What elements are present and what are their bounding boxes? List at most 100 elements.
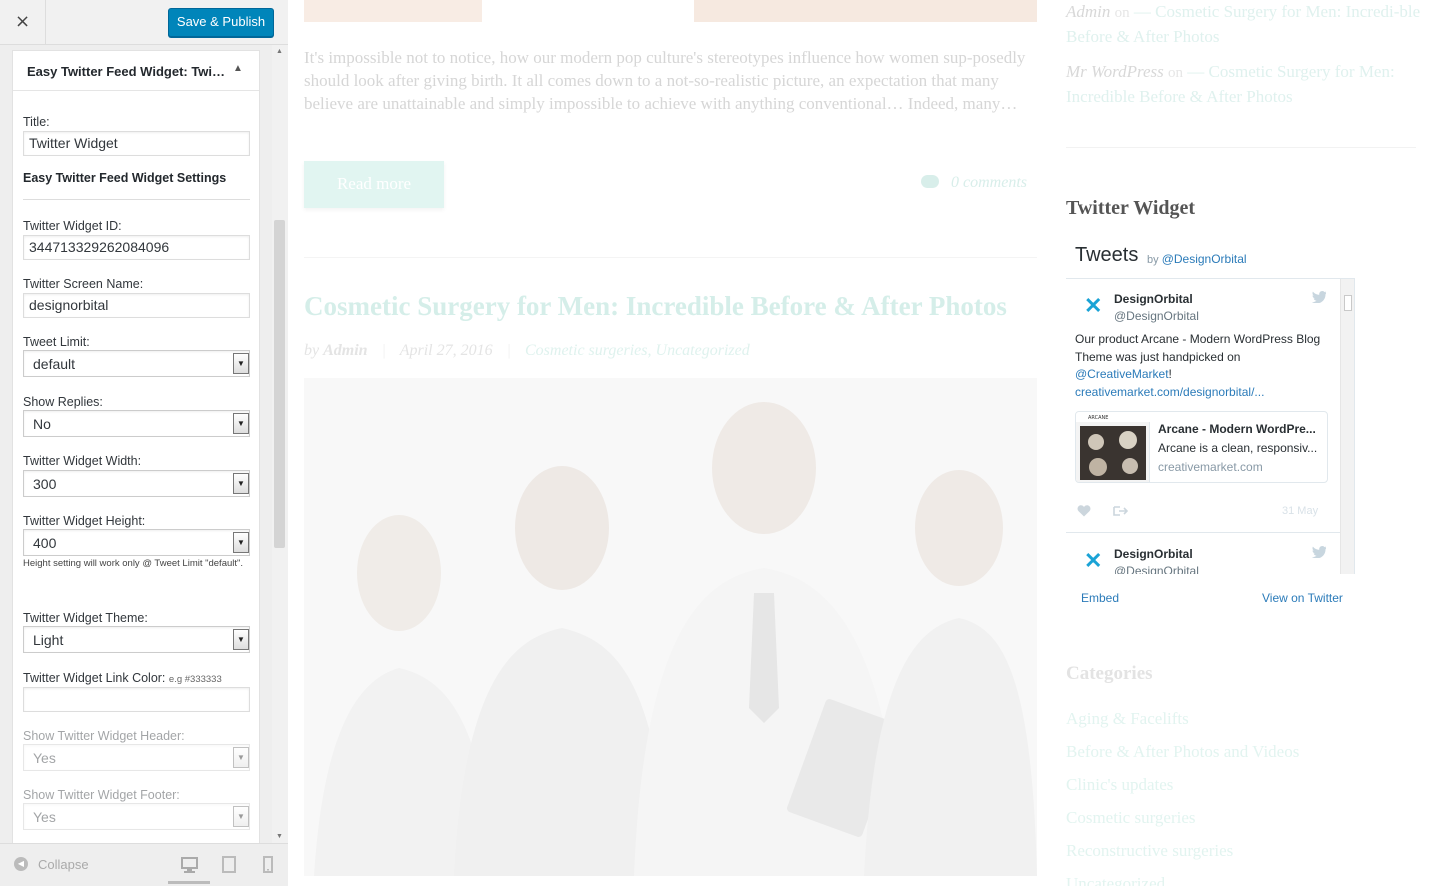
tweet-limit-select[interactable]: default ▼ bbox=[23, 350, 250, 377]
categories-heading: Categories bbox=[1066, 663, 1153, 684]
widget-height-label: Twitter Widget Height: bbox=[23, 514, 146, 528]
tweet-limit-value: default bbox=[33, 356, 76, 372]
tweet-mention[interactable]: @CreativeMarket bbox=[1075, 367, 1169, 381]
category-link[interactable]: Uncategorized bbox=[1066, 867, 1299, 886]
link-color-hint: e.g #333333 bbox=[168, 674, 222, 685]
comment-on: on bbox=[1114, 5, 1130, 21]
category-link[interactable]: Aging & Facelifts bbox=[1066, 702, 1299, 735]
tablet-icon[interactable] bbox=[220, 855, 240, 875]
site-preview: It's impossible not to notice, how our m… bbox=[289, 0, 1433, 886]
previous-post-image bbox=[304, 0, 482, 22]
twitter-bird-icon[interactable] bbox=[1312, 546, 1326, 558]
twitter-bird-icon[interactable] bbox=[1312, 291, 1326, 303]
category-link[interactable]: Cosmetic surgeries bbox=[1066, 801, 1299, 834]
card-description: Arcane is a clean, responsiv... bbox=[1158, 441, 1318, 455]
post-date: April 27, 2016 bbox=[399, 342, 493, 359]
card-title: Arcane - Modern WordPre... bbox=[1158, 422, 1316, 436]
twitter-timeline: Tweets by @DesignOrbital ✕ DesignOrbital… bbox=[1066, 236, 1355, 616]
customizer-header: × Save & Publish bbox=[0, 0, 288, 45]
designorbital-logo-icon[interactable]: ✕ bbox=[1084, 550, 1102, 572]
recent-comment-item: Admin on — Cosmetic Surgery for Men: Inc… bbox=[1066, 0, 1426, 48]
share-icon[interactable] bbox=[1112, 505, 1128, 517]
recent-comment-item: Mr WordPress on — Cosmetic Surgery for M… bbox=[1066, 60, 1426, 108]
meta-separator: | bbox=[506, 342, 511, 359]
scroll-up-icon[interactable]: ▲ bbox=[276, 48, 283, 55]
dropdown-arrow-icon: ▼ bbox=[233, 629, 249, 650]
dropdown-arrow-icon: ▼ bbox=[233, 806, 249, 827]
post-meta: by Admin | April 27, 2016 | Cosmetic sur… bbox=[304, 342, 750, 360]
title-input[interactable]: Twitter Widget bbox=[23, 131, 250, 156]
tweets-list[interactable]: ✕ DesignOrbital @DesignOrbital Our produ… bbox=[1066, 278, 1355, 574]
desktop-icon[interactable] bbox=[180, 855, 200, 875]
post-categories[interactable]: Cosmetic surgeries, Uncategorized bbox=[525, 342, 750, 359]
panel-scrollbar[interactable]: ▲ ▼ bbox=[272, 45, 288, 843]
close-button[interactable]: × bbox=[0, 0, 46, 45]
comments-count: 0 comments bbox=[951, 174, 1027, 191]
tweets-scroll-thumb[interactable] bbox=[1344, 295, 1352, 311]
widget-height-select[interactable]: 400 ▼ bbox=[23, 529, 250, 556]
save-publish-button[interactable]: Save & Publish bbox=[168, 8, 274, 37]
collapse-arrow-icon[interactable]: ▲ bbox=[233, 63, 243, 74]
tweet-author-name[interactable]: DesignOrbital bbox=[1114, 292, 1193, 306]
collapse-icon[interactable]: ◀ bbox=[14, 857, 28, 871]
widget-width-select[interactable]: 300 ▼ bbox=[23, 470, 250, 497]
widget-height-value: 400 bbox=[33, 535, 57, 551]
comment-author: Mr WordPress bbox=[1066, 62, 1164, 81]
embed-link[interactable]: Embed bbox=[1081, 591, 1119, 605]
previous-post-image-right bbox=[694, 0, 1037, 22]
show-footer-select[interactable]: Yes ▼ bbox=[23, 803, 250, 830]
view-on-twitter-link[interactable]: View on Twitter bbox=[1262, 591, 1343, 605]
title-label: Title: bbox=[23, 115, 50, 129]
tweet-text: Our product Arcane - Modern WordPress Bl… bbox=[1075, 331, 1335, 401]
category-link[interactable]: Before & After Photos and Videos bbox=[1066, 735, 1299, 768]
widget-theme-label: Twitter Widget Theme: bbox=[23, 611, 148, 625]
dropdown-arrow-icon: ▼ bbox=[233, 413, 249, 434]
scroll-thumb[interactable] bbox=[274, 220, 285, 548]
card-domain: creativemarket.com bbox=[1158, 460, 1263, 474]
tweet-url[interactable]: creativemarket.com/designorbital/... bbox=[1075, 385, 1264, 399]
link-color-input[interactable] bbox=[23, 687, 250, 712]
link-color-label-text: Twitter Widget Link Color: bbox=[23, 671, 166, 685]
height-note: Height setting will work only @ Tweet Li… bbox=[23, 558, 244, 569]
show-footer-value: Yes bbox=[33, 809, 56, 825]
widget-id-label: Twitter Widget ID: bbox=[23, 219, 122, 233]
tweets-scrollbar[interactable] bbox=[1340, 279, 1354, 574]
designorbital-logo-icon[interactable]: ✕ bbox=[1084, 295, 1102, 317]
show-replies-select[interactable]: No ▼ bbox=[23, 410, 250, 437]
tweet-separator bbox=[1066, 532, 1341, 533]
show-header-label: Show Twitter Widget Header: bbox=[23, 729, 185, 743]
tweet-link-card[interactable]: ARCANE Arcane - Modern WordPre... Arcane… bbox=[1075, 411, 1328, 483]
comments-link[interactable]: 0 comments bbox=[921, 174, 1027, 192]
collapse-button[interactable]: Collapse bbox=[38, 857, 89, 872]
category-link[interactable]: Reconstructive surgeries bbox=[1066, 834, 1299, 867]
scroll-down-icon[interactable]: ▼ bbox=[276, 833, 283, 840]
widget-id-input[interactable]: 344713329262084096 bbox=[23, 235, 250, 260]
post-divider bbox=[304, 257, 1037, 258]
tweets-by-label: by bbox=[1147, 254, 1159, 266]
tweet-date[interactable]: 31 May bbox=[1282, 505, 1318, 517]
dropdown-arrow-icon: ▼ bbox=[233, 532, 249, 553]
comment-author: Admin bbox=[1066, 2, 1111, 21]
read-more-button[interactable]: Read more bbox=[304, 161, 444, 208]
dropdown-arrow-icon: ▼ bbox=[233, 473, 249, 494]
card-thumbnail: ARCANE bbox=[1076, 412, 1150, 482]
screen-name-input[interactable]: designorbital bbox=[23, 293, 250, 318]
post-title[interactable]: Cosmetic Surgery for Men: Incredible Bef… bbox=[304, 291, 1007, 322]
categories-list: Aging & Facelifts Before & After Photos … bbox=[1066, 702, 1299, 886]
widget-form: Easy Twitter Feed Widget: Twi… ▲ Title: … bbox=[12, 50, 260, 843]
mobile-icon[interactable] bbox=[260, 855, 280, 875]
show-header-select[interactable]: Yes ▼ bbox=[23, 744, 250, 771]
tweet-author-handle[interactable]: @DesignOrbital bbox=[1114, 309, 1199, 323]
tweet-author-handle[interactable]: @DesignOrbital bbox=[1114, 564, 1199, 574]
category-link[interactable]: Clinic's updates bbox=[1066, 768, 1299, 801]
tweet-author-name[interactable]: DesignOrbital bbox=[1114, 547, 1193, 561]
show-replies-label: Show Replies: bbox=[23, 395, 103, 409]
tweets-by-handle[interactable]: @DesignOrbital bbox=[1162, 252, 1247, 266]
widget-title-bar[interactable]: Easy Twitter Feed Widget: Twi… ▲ bbox=[13, 51, 259, 91]
meta-separator: | bbox=[381, 342, 386, 359]
post-author[interactable]: Admin bbox=[323, 342, 367, 359]
comment-bubble-icon bbox=[921, 175, 939, 188]
like-heart-icon[interactable] bbox=[1077, 505, 1091, 517]
widget-theme-select[interactable]: Light ▼ bbox=[23, 626, 250, 653]
section-divider bbox=[23, 199, 250, 200]
